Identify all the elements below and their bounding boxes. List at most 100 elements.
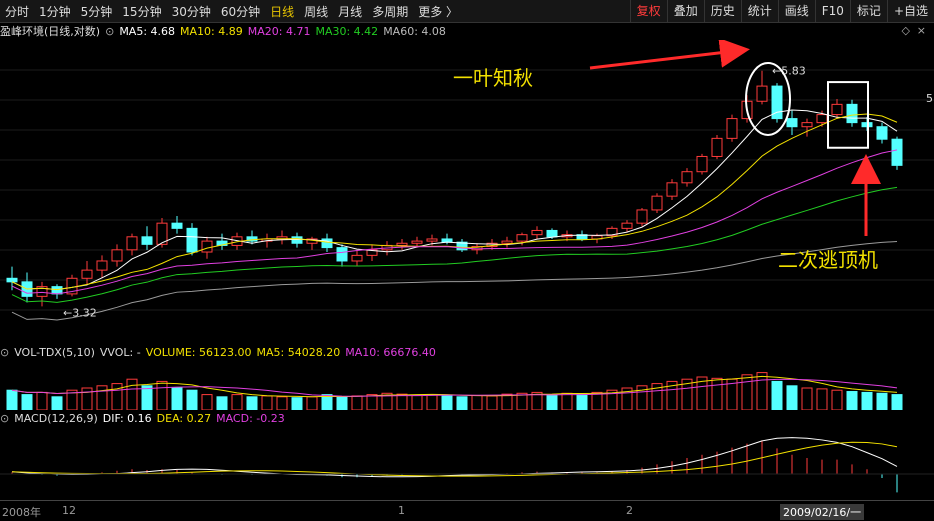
macd-title[interactable]: MACD(12,26,9)	[14, 412, 98, 425]
volume-bar	[81, 387, 93, 410]
macd-chart[interactable]	[0, 426, 934, 500]
ma20-label: MA20: 4.71	[247, 24, 311, 38]
volume-bar	[891, 394, 903, 410]
volume-bar	[216, 396, 228, 410]
volume-bar	[426, 394, 438, 410]
candle-body	[786, 118, 798, 128]
volume-bar	[246, 396, 258, 410]
tool-button[interactable]: 叠加	[666, 0, 704, 22]
dif-label: DIF: 0.16	[102, 411, 152, 425]
ma30-line	[11, 186, 898, 303]
volume-bar	[501, 393, 513, 410]
volume-bar	[6, 389, 18, 410]
candle-body	[756, 85, 768, 102]
volume-bar	[771, 380, 783, 410]
candle-body	[831, 103, 843, 116]
tool-button[interactable]: 统计	[740, 0, 778, 22]
dea-label: DEA: 0.27	[156, 411, 212, 425]
diamond-icon[interactable]: ◇	[902, 24, 910, 37]
volume-chart[interactable]	[0, 362, 934, 410]
volume-bar	[801, 387, 813, 410]
x-label-year: 2008年	[2, 506, 41, 519]
volume-bar	[21, 394, 33, 410]
vol-ma10-label: MA10: 66676.40	[345, 345, 436, 359]
volume-bar	[231, 394, 243, 410]
tool-button[interactable]: 标记	[849, 0, 887, 22]
tool-button[interactable]: 历史	[703, 0, 741, 22]
volume-bar	[741, 374, 753, 410]
annotation-yiye-zhiqiu: 一叶知秋	[453, 66, 533, 90]
candle-body	[846, 103, 858, 124]
volume-legend: ⊙ VOL-TDX(5,10) VVOL: - VOLUME: 56123.00…	[0, 344, 436, 360]
volume-bar	[441, 395, 453, 410]
candle-body	[186, 227, 198, 253]
candle-body	[516, 234, 528, 242]
volume-bar	[51, 396, 63, 410]
candle-body	[696, 155, 708, 173]
period-tab[interactable]: 周线	[299, 3, 333, 20]
vol-title[interactable]: VOL-TDX(5,10)	[14, 346, 95, 359]
period-tab[interactable]: 15分钟	[117, 3, 166, 20]
volume-bar	[351, 395, 363, 410]
candle-body	[501, 240, 513, 244]
period-tab[interactable]: 多周期	[367, 3, 413, 20]
volume-bar	[276, 396, 288, 410]
period-tab[interactable]: 30分钟	[167, 3, 216, 20]
candle-body	[876, 126, 888, 140]
candle-body	[531, 229, 543, 236]
candle-body	[336, 247, 348, 262]
annotation-escape-top: 二次逃顶机	[778, 248, 878, 272]
candle-body	[111, 249, 123, 262]
volume-bar	[786, 385, 798, 410]
ma5-label: MA5: 4.68	[119, 24, 176, 38]
right-price-label: 5	[926, 92, 933, 105]
volume-bar	[576, 393, 588, 410]
candle-body	[801, 122, 813, 128]
x-label-feb: 2	[626, 504, 633, 517]
volume-bar	[261, 395, 273, 410]
volume-bar	[756, 372, 768, 410]
tool-button[interactable]: +自选	[886, 0, 934, 22]
close-icon[interactable]: ×	[917, 24, 926, 37]
candle-body	[426, 238, 438, 242]
toggle-icon[interactable]: ⊙	[0, 346, 9, 359]
candle-body	[6, 277, 18, 283]
volume-bar	[516, 392, 528, 410]
vol-ma5-label: MA5: 54028.20	[256, 345, 341, 359]
candle-body	[711, 137, 723, 157]
tool-button[interactable]: 复权	[629, 0, 667, 22]
period-tab[interactable]: 更多 〉	[413, 3, 463, 20]
period-tab[interactable]: 60分钟	[216, 3, 265, 20]
candle-body	[291, 236, 303, 244]
period-tab[interactable]: 月线	[333, 3, 367, 20]
x-label-dec: 12	[62, 504, 76, 517]
volume-bar	[366, 394, 378, 410]
candle-body	[546, 229, 558, 238]
volume-bar	[156, 380, 168, 410]
x-label-jan: 1	[398, 504, 405, 517]
volume-bar	[861, 391, 873, 410]
volume-bar	[336, 396, 348, 410]
toggle-icon[interactable]: ⊙	[0, 412, 9, 425]
macd-legend: ⊙ MACD(12,26,9) DIF: 0.16 DEA: 0.27 MACD…	[0, 410, 285, 426]
price-legend: 盈峰环境(日线,对数) ⊙ MA5: 4.68 MA10: 4.89 MA20:…	[0, 23, 446, 39]
period-tab[interactable]: 5分钟	[76, 3, 118, 20]
dea-line	[11, 441, 898, 477]
period-tab[interactable]: 日线	[265, 3, 299, 20]
candle-body	[891, 138, 903, 166]
tool-button[interactable]: 画线	[777, 0, 815, 22]
period-tab[interactable]: 分时	[0, 3, 34, 20]
volume-bar	[96, 385, 108, 410]
period-tab[interactable]: 1分钟	[34, 3, 76, 20]
volume-bar	[711, 377, 723, 410]
price-panel-title[interactable]: 盈峰环境(日线,对数)	[0, 23, 100, 39]
tool-button[interactable]: F10	[814, 0, 850, 22]
ma5-line	[11, 109, 898, 291]
candle-body	[321, 238, 333, 249]
volume-bar	[186, 389, 198, 410]
volume-bar	[876, 392, 888, 410]
candle-body	[651, 195, 663, 211]
ma10-label: MA10: 4.89	[180, 24, 243, 38]
toggle-icon[interactable]: ⊙	[105, 25, 114, 38]
volume-label: VOLUME: 56123.00	[145, 345, 252, 359]
